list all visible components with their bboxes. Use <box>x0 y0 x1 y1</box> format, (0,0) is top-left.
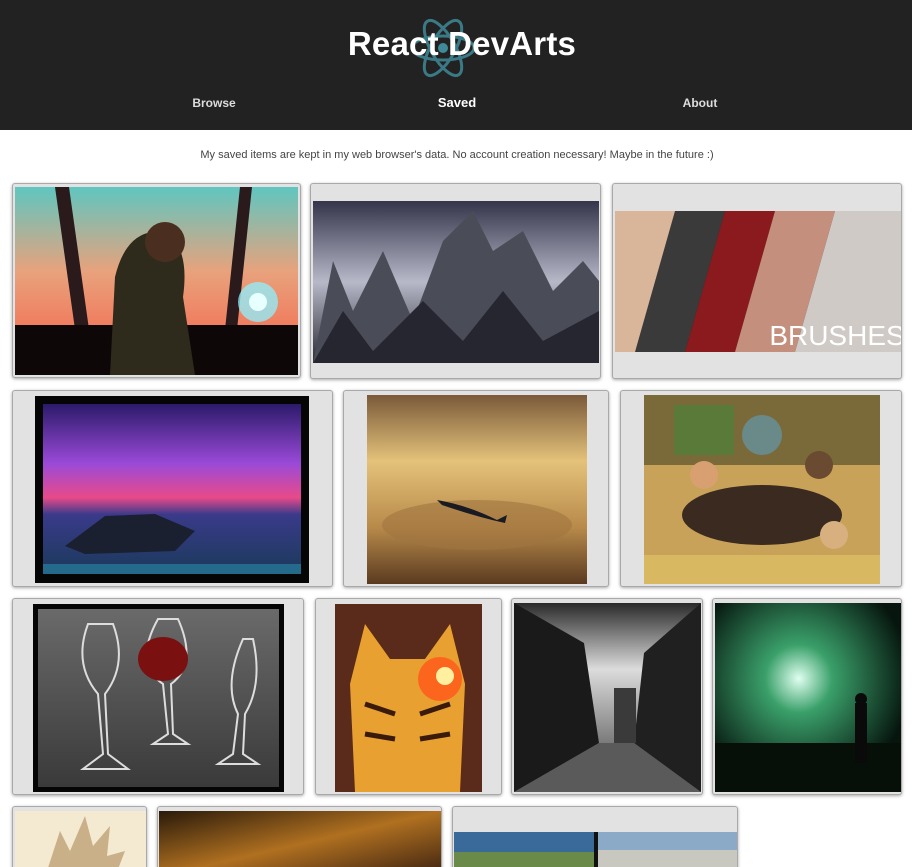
saved-art-card[interactable] <box>310 183 601 379</box>
saved-art-split-landscape <box>454 832 737 867</box>
saved-art-card[interactable] <box>620 390 902 587</box>
nav-about[interactable]: About <box>683 96 718 110</box>
nav-saved[interactable]: Saved <box>438 95 476 110</box>
saved-art-card[interactable] <box>712 598 902 795</box>
saved-notice: My saved items are kept in my web browse… <box>200 149 714 161</box>
saved-art-misty-mountains <box>313 201 599 363</box>
saved-art-card[interactable] <box>12 390 333 587</box>
saved-art-card[interactable] <box>511 598 703 795</box>
saved-art-card[interactable] <box>12 598 304 795</box>
saved-art-card[interactable]: BRUSHES <box>612 183 902 379</box>
brushes-caption: BRUSHES <box>769 320 901 351</box>
saved-art-wine-glasses <box>33 604 284 792</box>
saved-art-fire-tiger <box>335 604 482 792</box>
saved-art-dark-alley <box>514 603 701 792</box>
brand-title[interactable]: React DevArts <box>0 25 912 63</box>
saved-art-card[interactable] <box>157 806 442 867</box>
saved-art-whale-in-clouds <box>367 395 587 584</box>
saved-art-card[interactable] <box>343 390 609 587</box>
saved-art-boy-with-glowing-orb <box>15 187 298 375</box>
nav-browse[interactable]: Browse <box>192 96 235 110</box>
saved-art-green-vortex <box>715 603 901 792</box>
saved-art-portrait-brushes: BRUSHES <box>615 211 901 352</box>
saved-art-card[interactable] <box>12 183 301 378</box>
saved-art-golden-sky <box>159 811 441 867</box>
saved-art-spiky-hair-sketch <box>15 811 146 867</box>
saved-art-card[interactable] <box>12 806 147 867</box>
saved-art-purple-seascape <box>35 396 309 583</box>
saved-art-card[interactable] <box>452 806 738 867</box>
saved-art-anime-feast <box>644 395 880 584</box>
site-header: React DevArts Browse Saved About <box>0 0 912 130</box>
saved-art-card[interactable] <box>315 598 502 795</box>
